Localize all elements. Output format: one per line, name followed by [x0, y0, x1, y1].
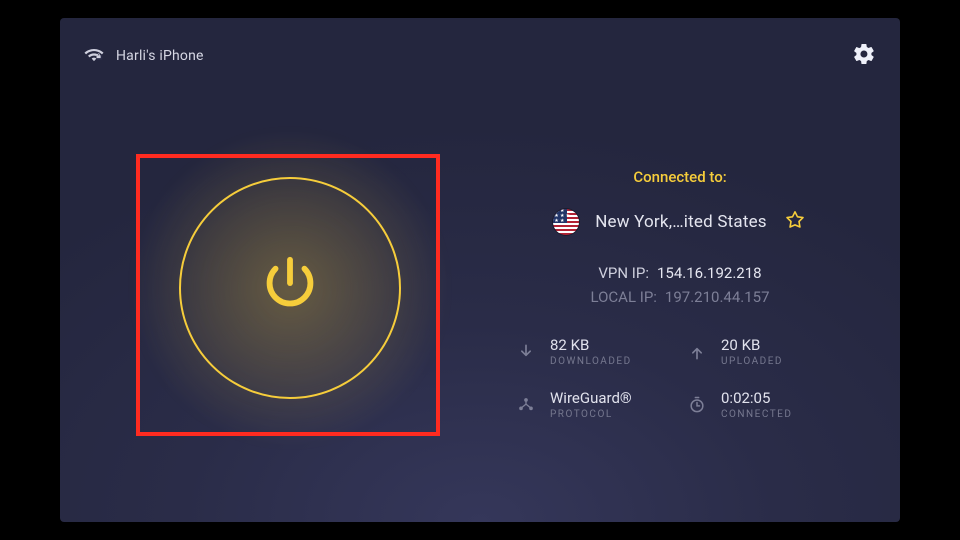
- ip-block: VPN IP: 154.16.192.218 LOCAL IP: 197.210…: [500, 264, 860, 306]
- stopwatch-icon: [685, 395, 709, 415]
- stat-download: 82 KB Downloaded: [514, 336, 675, 367]
- location-row[interactable]: New York,…ited States: [500, 208, 860, 236]
- local-ip-label: LOCAL IP:: [590, 288, 656, 306]
- connection-info-panel: Connected to: New York,…ited States VPN …: [500, 168, 860, 420]
- star-outline-icon: [783, 208, 807, 232]
- protocol-value: WireGuard®: [550, 389, 632, 407]
- header-bar: Harli's iPhone: [84, 40, 876, 72]
- vpn-ip-row: VPN IP: 154.16.192.218: [500, 264, 860, 282]
- location-name: New York,…ited States: [595, 212, 767, 232]
- settings-button[interactable]: [852, 42, 876, 70]
- local-ip-row: LOCAL IP: 197.210.44.157: [500, 288, 860, 306]
- flag-us-icon: [553, 209, 579, 235]
- download-label: Downloaded: [550, 356, 632, 367]
- power-button[interactable]: [179, 177, 401, 399]
- local-ip-value: 197.210.44.157: [665, 288, 770, 306]
- upload-label: Uploaded: [721, 356, 783, 367]
- vpn-app-window: Harli's iPhone Connected to: New York,…i…: [60, 18, 900, 522]
- download-value: 82 KB: [550, 336, 632, 354]
- favorite-button[interactable]: [783, 208, 807, 236]
- stat-upload: 20 KB Uploaded: [685, 336, 846, 367]
- vpn-ip-label: VPN IP:: [598, 264, 649, 282]
- gear-icon: [852, 42, 876, 66]
- hotspot-indicator: Harli's iPhone: [84, 46, 204, 66]
- download-arrow-icon: [514, 342, 538, 362]
- timer-value: 0:02:05: [721, 389, 792, 407]
- timer-label: Connected: [721, 409, 792, 420]
- protocol-label: Protocol: [550, 409, 632, 420]
- power-area: [130, 98, 450, 478]
- stat-timer: 0:02:05 Connected: [685, 389, 846, 420]
- upload-value: 20 KB: [721, 336, 783, 354]
- stat-protocol: WireGuard® Protocol: [514, 389, 675, 420]
- upload-arrow-icon: [685, 342, 709, 362]
- device-name: Harli's iPhone: [116, 48, 204, 64]
- protocol-icon: [514, 395, 538, 415]
- stats-grid: 82 KB Downloaded 20 KB Uploaded WireGuar…: [500, 336, 860, 420]
- power-icon: [255, 251, 325, 325]
- connected-to-label: Connected to:: [500, 168, 860, 186]
- vpn-ip-value: 154.16.192.218: [657, 264, 762, 282]
- wifi-lock-icon: [84, 46, 104, 66]
